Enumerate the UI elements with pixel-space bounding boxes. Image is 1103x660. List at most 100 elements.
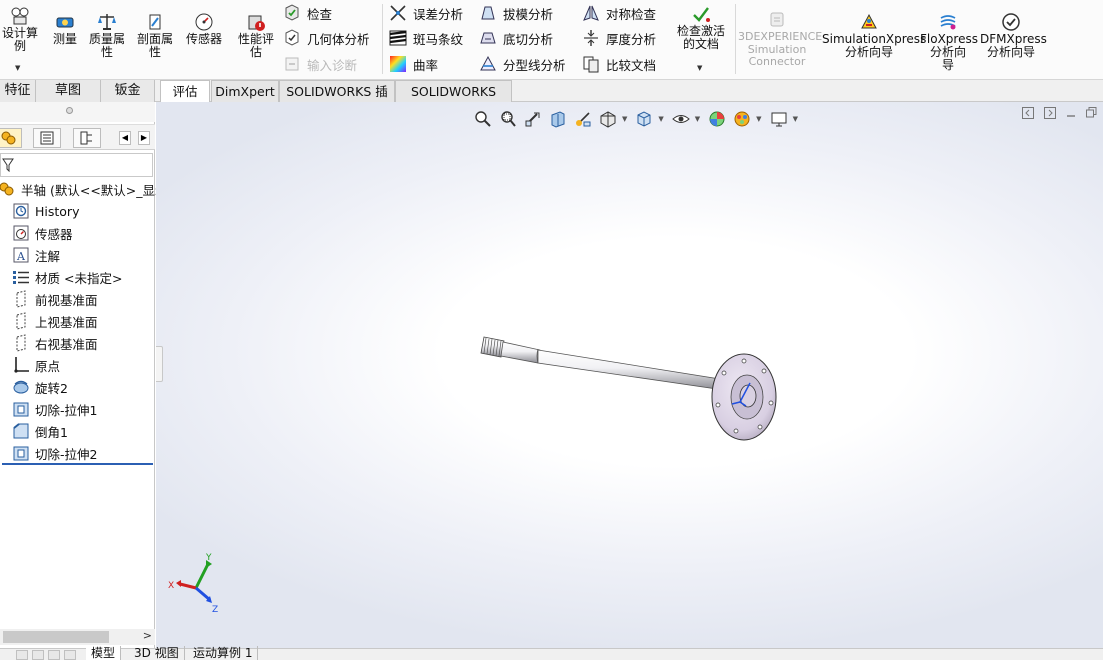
3dexperience-connector-button[interactable]: 3DEXPERIENCE Simulation Connector bbox=[738, 10, 822, 69]
rollback-bar[interactable] bbox=[2, 463, 153, 465]
tree-item-chamfer1[interactable]: 倒角1 bbox=[12, 420, 68, 442]
thickness-analysis-button[interactable]: 厚度分析 bbox=[582, 28, 656, 48]
chevron-down-icon[interactable]: ▼ bbox=[695, 115, 700, 123]
measure-button[interactable]: 测量 bbox=[48, 12, 82, 46]
prev-tab-arrow[interactable] bbox=[32, 650, 44, 660]
symmetry-icon bbox=[583, 5, 599, 21]
chevron-down-icon[interactable]: ▼ bbox=[622, 115, 627, 123]
property-manager-tab[interactable] bbox=[33, 128, 61, 148]
section-properties-button[interactable]: 剖面属 性 bbox=[134, 12, 176, 59]
tab-solidworks-mbd[interactable]: SOLIDWORKS MBD bbox=[395, 80, 512, 120]
scroll-right-arrow[interactable]: ▶ bbox=[138, 131, 150, 145]
tree-filter-bar[interactable] bbox=[0, 153, 153, 177]
performance-evaluation-label: 性能评 估 bbox=[237, 32, 274, 59]
tree-item-annotations[interactable]: A 注解 bbox=[12, 244, 60, 266]
section-view-icon[interactable] bbox=[547, 109, 569, 129]
restore-icon[interactable] bbox=[1086, 107, 1097, 121]
triad-y-label: Y bbox=[205, 553, 212, 563]
scrollbar-thumb[interactable] bbox=[3, 631, 109, 643]
tree-item-cut-extrude1[interactable]: 切除-拉伸1 bbox=[12, 398, 97, 420]
check-button[interactable]: 检查 bbox=[283, 3, 332, 23]
hide-show-items-icon[interactable] bbox=[670, 109, 692, 129]
viewport-window-controls bbox=[1012, 102, 1097, 126]
tree-item-cut-extrude2[interactable]: 切除-拉伸2 bbox=[12, 442, 97, 464]
floxpress-label: FloXpress 分析向 导 bbox=[920, 32, 978, 72]
chevron-down-icon[interactable]: ▼ bbox=[793, 115, 798, 123]
feature-manager-tab[interactable] bbox=[0, 128, 22, 148]
chevron-down-icon[interactable]: ▼ bbox=[756, 115, 761, 123]
cut-extrude-icon bbox=[13, 446, 29, 461]
view-settings-icon[interactable] bbox=[768, 109, 790, 129]
configuration-manager-tab[interactable] bbox=[73, 128, 101, 148]
tab-dimxpert[interactable]: DimXpert bbox=[211, 80, 279, 102]
sensor-button[interactable]: 传感器 bbox=[182, 12, 226, 46]
panel-grip[interactable] bbox=[0, 102, 155, 122]
tab-features[interactable]: 特征 bbox=[0, 80, 36, 102]
import-diagnostics-button[interactable]: 输入诊断 bbox=[283, 54, 357, 74]
tab-solidworks-addins[interactable]: SOLIDWORKS 插件 bbox=[279, 80, 395, 120]
mass-properties-button[interactable]: 质量属 性 bbox=[86, 12, 128, 59]
thickness-icon bbox=[584, 30, 598, 46]
horizontal-scrollbar[interactable]: > bbox=[0, 629, 155, 645]
zebra-stripes-button[interactable]: 斑马条纹 bbox=[389, 28, 463, 48]
graphics-viewport[interactable]: ▼ ▼ ▼ ▼ ▼ Y X Z bbox=[156, 102, 1103, 648]
tab-model[interactable]: 模型 bbox=[86, 646, 122, 660]
scroll-right-icon[interactable]: > bbox=[143, 629, 152, 642]
tile-left-icon[interactable] bbox=[1022, 106, 1034, 122]
scroll-left-arrow[interactable]: ◀ bbox=[119, 131, 131, 145]
chevron-down-icon[interactable]: ▼ bbox=[15, 62, 20, 75]
tree-item-label: 切除-拉伸1 bbox=[35, 402, 98, 418]
dynamic-annotation-icon[interactable] bbox=[572, 109, 594, 129]
chevron-down-icon[interactable]: ▼ bbox=[658, 115, 663, 123]
dfmxpress-button[interactable]: DFMXpress 分析向导 bbox=[980, 12, 1047, 59]
tab-sketch[interactable]: 草图 bbox=[36, 80, 101, 102]
tree-item-origin[interactable]: 原点 bbox=[12, 354, 60, 376]
chevron-down-icon[interactable]: ▼ bbox=[697, 62, 702, 75]
tab-sheet-metal[interactable]: 钣金 bbox=[101, 80, 155, 102]
tree-item-material[interactable]: 材质 <未指定> bbox=[12, 266, 122, 288]
tile-right-icon[interactable] bbox=[1044, 106, 1056, 122]
last-tab-arrow[interactable] bbox=[64, 650, 76, 660]
geometry-analysis-button[interactable]: 几何体分析 bbox=[283, 28, 370, 48]
undercut-analysis-button[interactable]: 底切分析 bbox=[479, 28, 553, 48]
simulationxpress-button[interactable]: SimulationXpress 分析向导 bbox=[822, 12, 926, 59]
tab-3d-view[interactable]: 3D 视图 bbox=[129, 646, 185, 660]
mass-properties-label: 质量属 性 bbox=[88, 32, 125, 59]
apply-scene-icon[interactable] bbox=[731, 109, 753, 129]
minimize-icon[interactable] bbox=[1066, 107, 1076, 121]
tree-root-part[interactable]: 半轴 (默认<<默认>_显示 bbox=[0, 178, 168, 200]
tree-item-history[interactable]: History bbox=[12, 200, 79, 222]
check-active-document-icon bbox=[693, 7, 710, 22]
draft-analysis-button[interactable]: 拔模分析 bbox=[479, 3, 553, 23]
tree-item-top-plane[interactable]: 上视基准面 bbox=[12, 310, 98, 332]
view-orientation-icon[interactable] bbox=[597, 109, 619, 129]
axle-shaft-model[interactable] bbox=[476, 327, 786, 447]
edit-appearance-icon[interactable] bbox=[706, 109, 728, 129]
zoom-to-area-icon[interactable] bbox=[497, 109, 519, 129]
curvature-button[interactable]: 曲率 bbox=[389, 54, 438, 74]
design-study-button[interactable]: 设计算 例 ▼ bbox=[0, 6, 40, 72]
compare-documents-button[interactable]: 比较文档 bbox=[582, 54, 656, 74]
floxpress-button[interactable]: FloXpress 分析向 导 bbox=[920, 12, 978, 72]
triad-z-label: Z bbox=[212, 605, 218, 614]
tree-item-right-plane[interactable]: 右视基准面 bbox=[12, 332, 98, 354]
zoom-to-fit-icon[interactable] bbox=[472, 109, 494, 129]
next-tab-arrow[interactable] bbox=[48, 650, 60, 660]
tree-item-revolve2[interactable]: 旋转2 bbox=[12, 376, 68, 398]
tab-row: 特征 草图 钣金 评估 DimXpert SOLIDWORKS 插件 SOLID… bbox=[0, 80, 1103, 120]
tab-evaluate[interactable]: 评估 bbox=[160, 80, 210, 102]
tree-item-front-plane[interactable]: 前视基准面 bbox=[12, 288, 98, 310]
tree-item-sensors[interactable]: 传感器 bbox=[12, 222, 73, 244]
check-active-document-button[interactable]: 检查激活 的文档 ▼ bbox=[672, 4, 730, 72]
triad-x-label: X bbox=[168, 581, 174, 591]
tab-motion-study-1[interactable]: 运动算例 1 bbox=[188, 646, 259, 660]
previous-view-icon[interactable] bbox=[522, 109, 544, 129]
parting-line-analysis-button[interactable]: 分型线分析 bbox=[479, 54, 566, 74]
first-tab-arrow[interactable] bbox=[16, 650, 28, 660]
deviation-analysis-button[interactable]: 误差分析 bbox=[389, 3, 463, 23]
display-style-icon[interactable] bbox=[633, 109, 655, 129]
bottom-tab-bar: 模型 3D 视图 运动算例 1 bbox=[0, 646, 1103, 660]
symmetry-check-button[interactable]: 对称检查 bbox=[582, 3, 656, 23]
panel-collapse-handle[interactable] bbox=[156, 346, 163, 382]
performance-evaluation-button[interactable]: 性能评 估 bbox=[234, 12, 278, 59]
